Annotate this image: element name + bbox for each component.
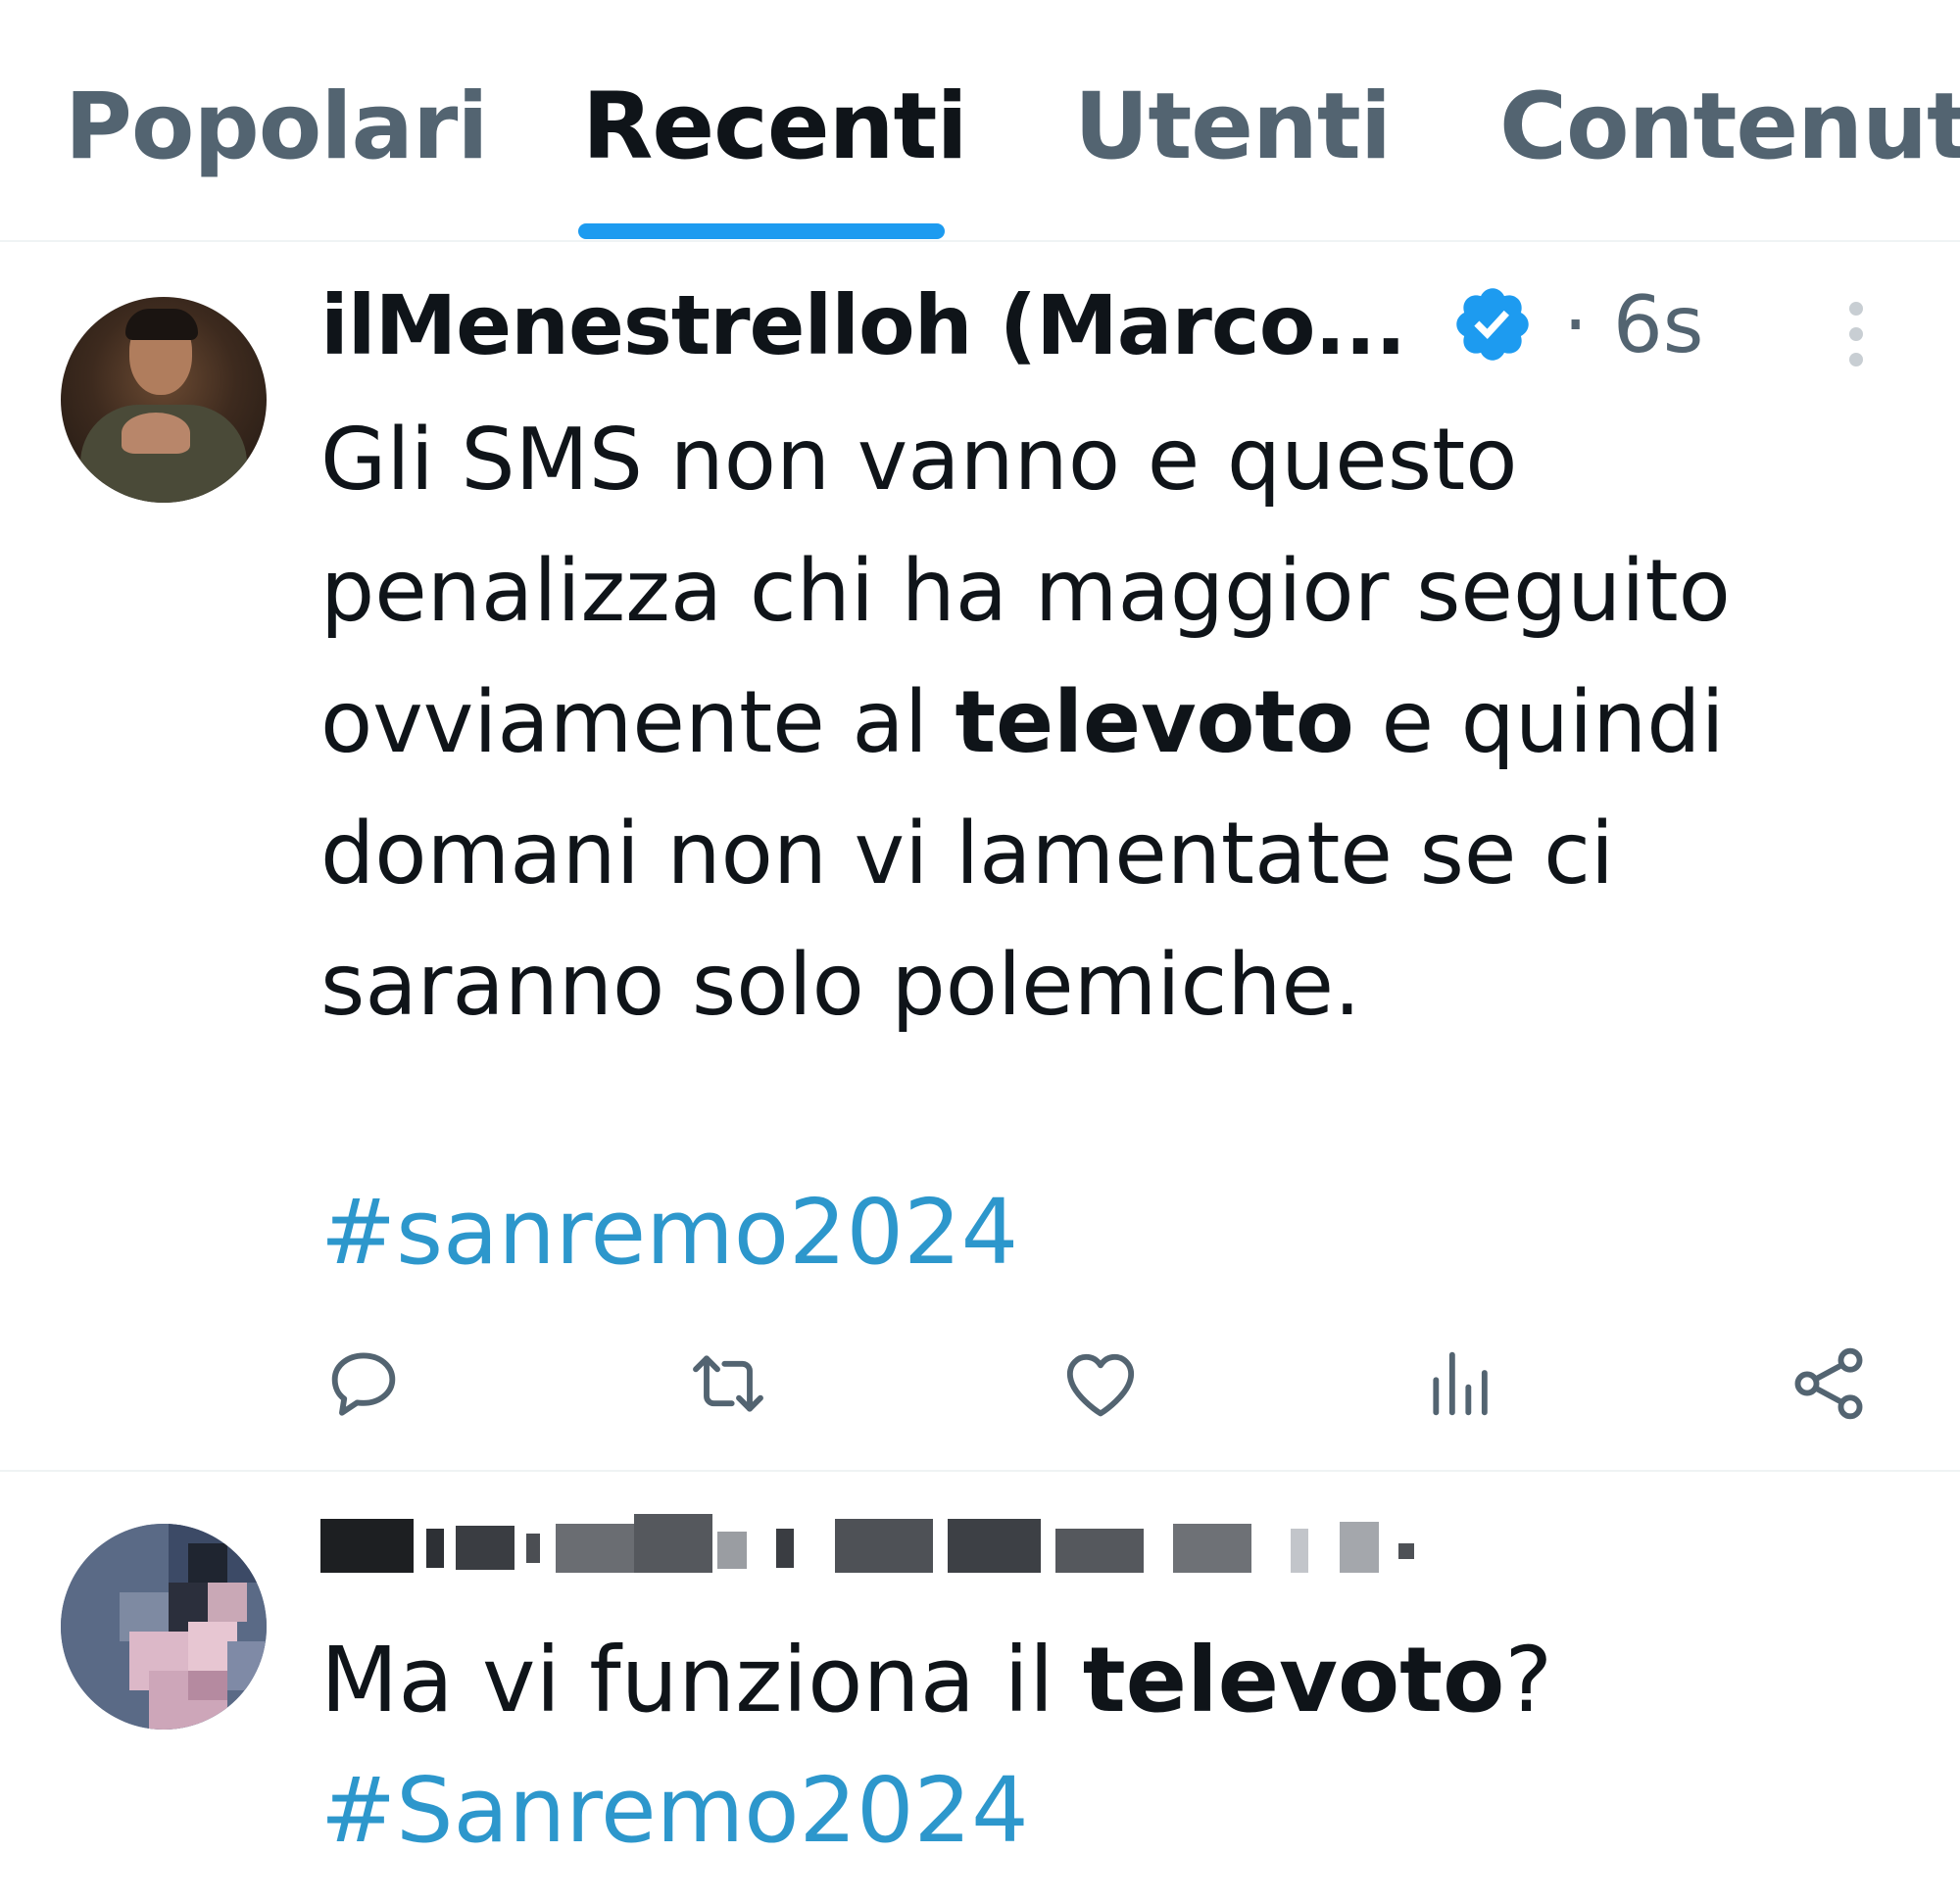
tweet-text: Gli SMS non vanno e questo penalizza chi… (320, 394, 1849, 1050)
tab-contenuti[interactable]: Contenuti (1499, 69, 1960, 186)
tweet-text-segment: Ma vi funziona il (320, 1628, 1083, 1732)
tab-popolari[interactable]: Popolari (65, 69, 489, 186)
search-term-highlight: televoto (1082, 1628, 1505, 1732)
active-tab-indicator (578, 223, 945, 239)
reply-icon[interactable] (320, 1341, 407, 1427)
more-options-icon[interactable] (1844, 302, 1868, 370)
tweet-text-line: Gli SMS non vanno e questo (320, 410, 1518, 510)
search-term-highlight: televoto (955, 672, 1354, 772)
author-name[interactable]: ilMenestrelloh (Marco... (320, 276, 1406, 374)
like-icon[interactable] (1057, 1341, 1144, 1427)
tweet-text-line: penalizza chi ha maggior seguito (320, 541, 1731, 641)
tweet-text-line: domani non vi lamentate se ci (320, 804, 1615, 903)
verified-badge-icon (1456, 288, 1529, 361)
tweet-divider (0, 1470, 1960, 1472)
tweet-text-segment: e quindi (1353, 672, 1725, 772)
share-icon[interactable] (1786, 1341, 1872, 1427)
avatar-pixelated[interactable] (61, 1524, 267, 1730)
author-name-pixelated (320, 1514, 1888, 1592)
tab-utenti[interactable]: Utenti (1074, 69, 1392, 186)
tweet-text-segment: ? (1504, 1628, 1553, 1732)
hashtag-link[interactable]: #sanremo2024 (320, 1174, 1018, 1292)
hashtag-link[interactable]: #Sanremo2024 (320, 1752, 1029, 1870)
tweet-text: Ma vi funziona il televoto? (320, 1622, 1552, 1739)
tweet-text-line: ovviamente al televoto e quindi (320, 657, 1849, 788)
views-icon[interactable] (1418, 1341, 1504, 1427)
tab-recenti[interactable]: Recenti (582, 69, 968, 186)
search-tabs: Popolari Recenti Utenti Contenuti (0, 0, 1960, 242)
tweet-text-segment: ovviamente al (320, 672, 956, 772)
timestamp[interactable]: · 6s (1563, 276, 1703, 374)
retweet-icon[interactable] (685, 1341, 771, 1427)
avatar[interactable] (61, 297, 267, 503)
tweet-actions (320, 1341, 1869, 1429)
tweet-text-line: saranno solo polemiche. (320, 935, 1361, 1035)
